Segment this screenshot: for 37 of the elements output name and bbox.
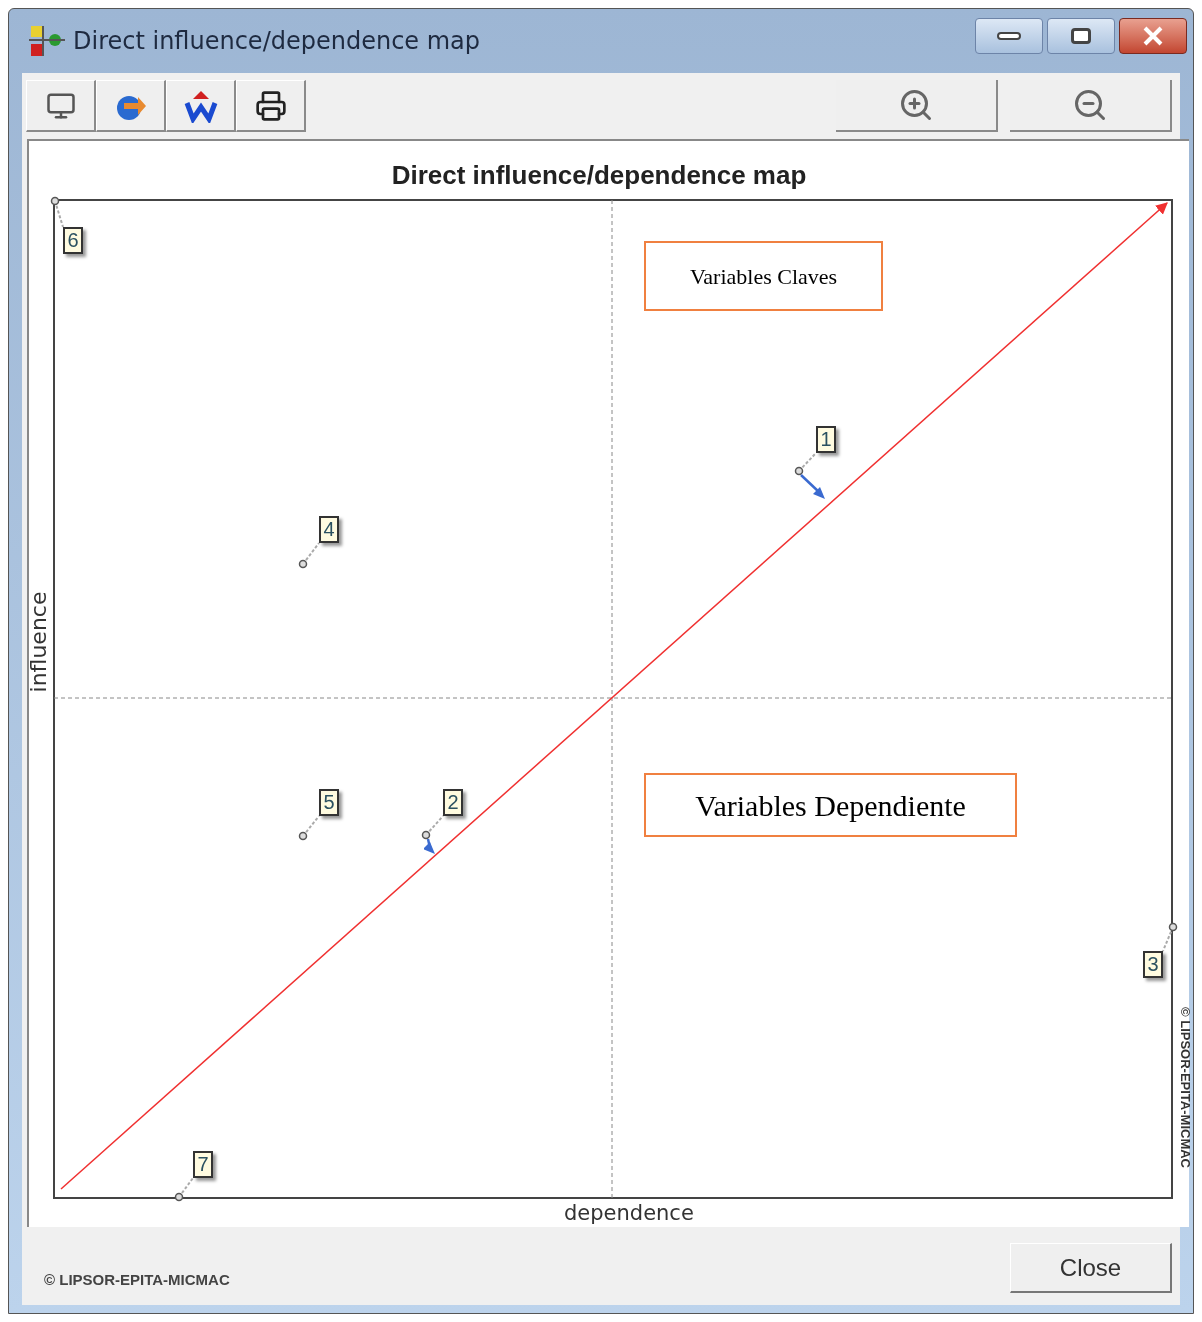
point-marker (174, 1192, 184, 1202)
variable-label: 1 (816, 426, 836, 453)
copyright-text: © LIPSOR-EPITA-MICMAC (1178, 1006, 1192, 1170)
x-axis-label: dependence (564, 1203, 694, 1224)
variable-label: 2 (443, 789, 463, 816)
shift-arrow (424, 837, 437, 856)
printer-icon (254, 89, 287, 122)
point-marker (1168, 922, 1178, 932)
point-marker (50, 196, 60, 206)
w-arrow-icon (183, 88, 218, 123)
maximize-button[interactable] (1047, 18, 1115, 54)
point-marker (298, 831, 308, 841)
close-button[interactable]: Close (1010, 1243, 1172, 1293)
close-icon (1142, 26, 1164, 46)
zoom-out-icon (1072, 87, 1108, 123)
annotation-box: Variables Claves (644, 241, 883, 311)
word-export-button[interactable] (166, 80, 236, 132)
window-title: Direct influence/dependence map (73, 26, 481, 57)
minimize-button[interactable] (975, 18, 1043, 54)
app-icon (29, 24, 65, 58)
variable-label: 7 (193, 1151, 213, 1178)
monitor-button[interactable] (26, 80, 96, 132)
variable-label: 6 (63, 227, 83, 254)
print-button[interactable] (236, 80, 306, 132)
variable-label: 4 (319, 516, 339, 543)
copyright-text: © LIPSOR-EPITA-MICMAC (44, 1269, 230, 1290)
point-marker (421, 830, 431, 840)
annotation-box: Variables Dependiente (644, 773, 1017, 837)
y-axis-label: influence (28, 590, 50, 695)
chart-title: Direct influence/dependence map (391, 159, 807, 192)
point-marker (298, 559, 308, 569)
point-marker (794, 466, 804, 476)
export-button[interactable] (96, 80, 166, 132)
zoom-in-icon (898, 87, 934, 123)
variable-label: 5 (319, 789, 339, 816)
variable-label: 3 (1143, 951, 1163, 978)
close-window-button[interactable] (1119, 18, 1187, 54)
